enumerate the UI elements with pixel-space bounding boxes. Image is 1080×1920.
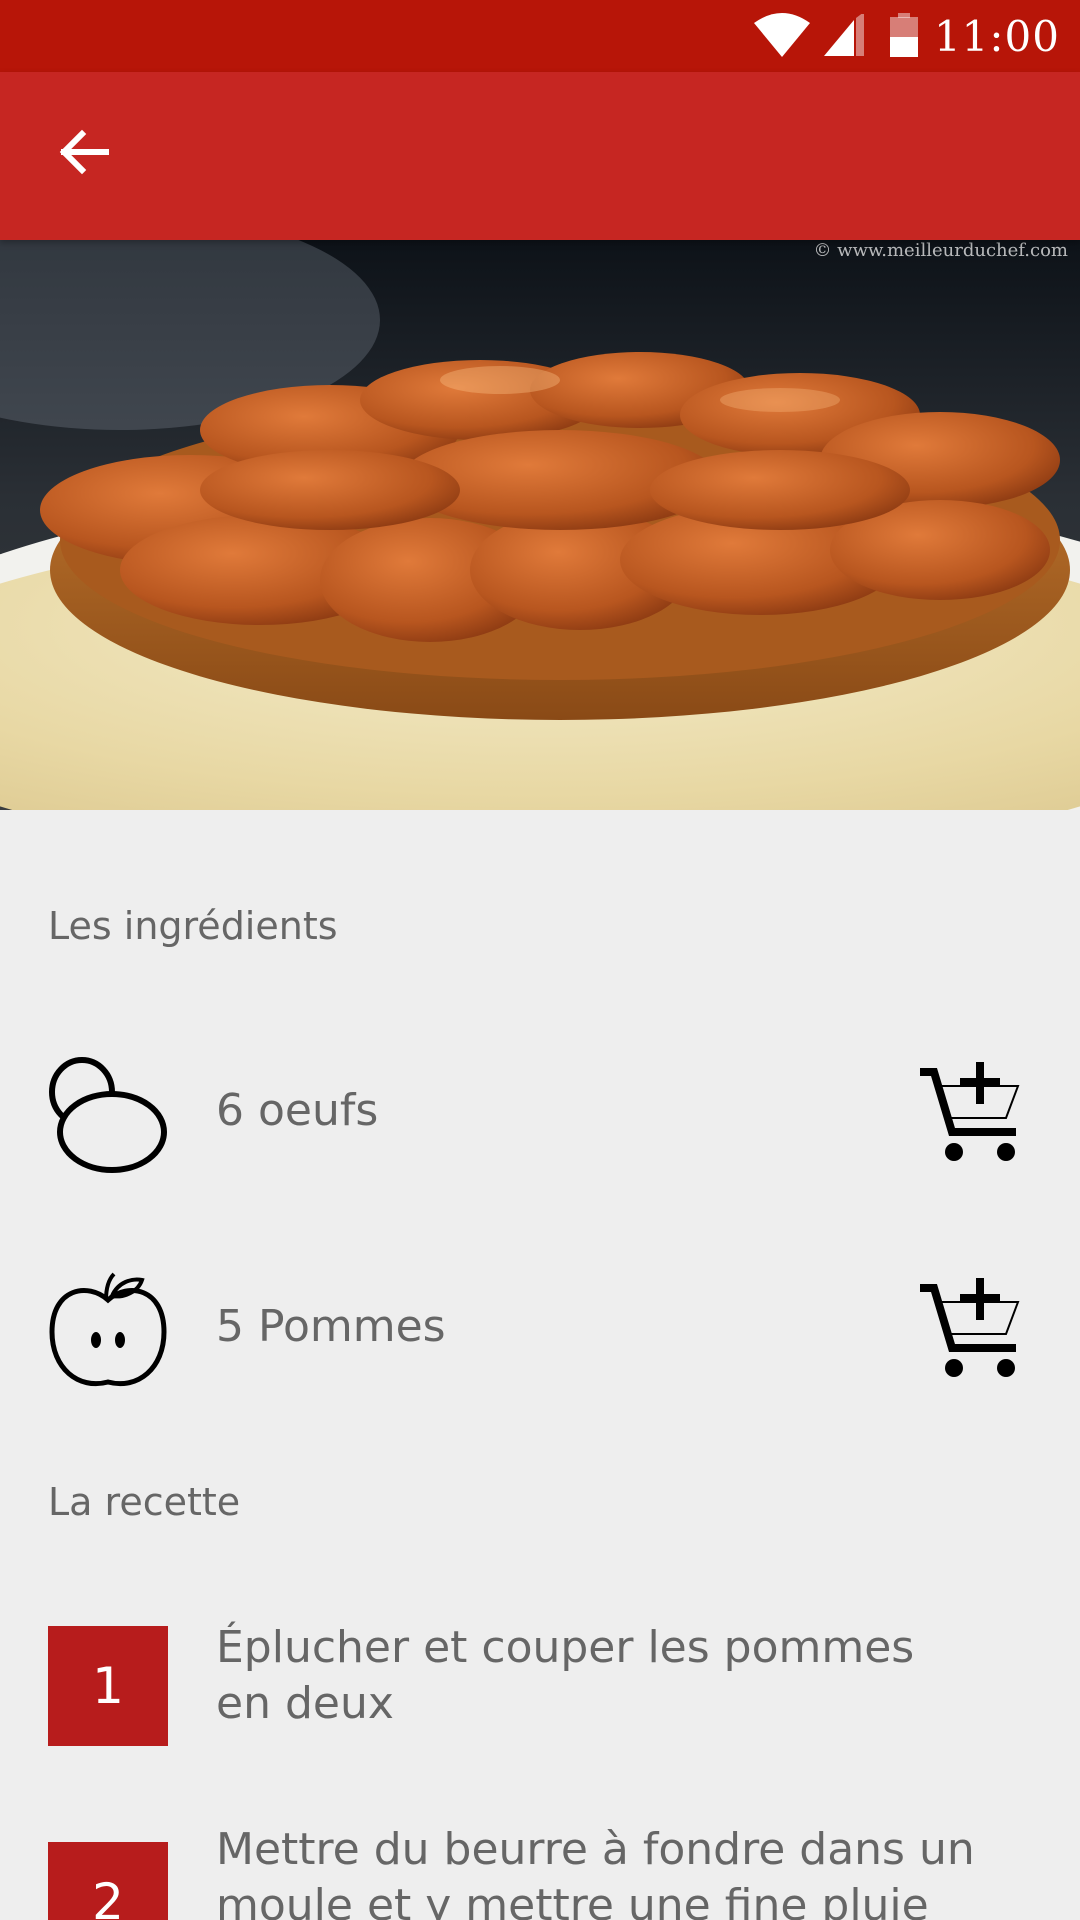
- status-icons: 11:00: [752, 0, 1060, 72]
- recipe-photo: © www.meilleurduchef.com: [0, 240, 1080, 810]
- status-bar: 11:00: [0, 0, 1080, 72]
- recipe-detail-screen: 11:00 © www.meilleurduchef.com Les ingré…: [0, 0, 1080, 1920]
- cell-signal-icon: [823, 14, 864, 56]
- status-time: 11:00: [933, 11, 1060, 61]
- step-number-badge: 1: [48, 1626, 168, 1746]
- ingredient-row: 5 Pommes: [0, 1252, 1080, 1402]
- photo-watermark: © www.meilleurduchef.com: [813, 240, 1068, 261]
- add-to-cart-icon[interactable]: [918, 1272, 1028, 1382]
- ingredient-label: 6 oeufs: [216, 1085, 379, 1136]
- back-button[interactable]: [44, 112, 124, 192]
- ingredient-label: 5 Pommes: [216, 1301, 446, 1352]
- add-to-cart-icon[interactable]: [918, 1056, 1028, 1166]
- step-number-badge: 2: [48, 1842, 168, 1920]
- recipe-title: La recette: [48, 1480, 241, 1524]
- ingredients-title: Les ingrédients: [48, 904, 338, 948]
- app-bar: [0, 72, 1080, 240]
- wifi-icon: [753, 13, 810, 57]
- egg-icon: [49, 1057, 167, 1173]
- arrow-back-icon: [59, 129, 109, 175]
- step-text: Mettre du beurre à fondre dans un moule …: [216, 1824, 975, 1920]
- ingredient-row: 6 oeufs: [0, 1036, 1080, 1186]
- apple-icon: [49, 1272, 167, 1386]
- battery-icon: [889, 13, 918, 57]
- step-text: Éplucher et couper les pommes en deux: [216, 1622, 915, 1729]
